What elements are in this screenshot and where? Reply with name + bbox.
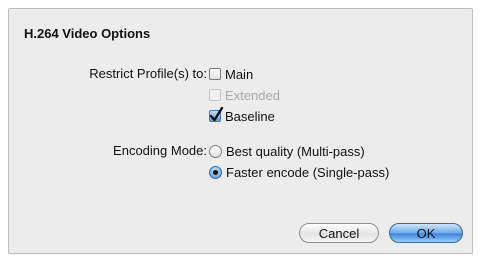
- encoding-best-quality-radio[interactable]: [209, 144, 222, 158]
- cancel-button[interactable]: Cancel: [299, 223, 379, 243]
- dialog-title: H.264 Video Options: [24, 26, 151, 41]
- restrict-profiles-label: Restrict Profile(s) to:: [89, 66, 207, 81]
- encoding-best-quality-label: Best quality (Multi-pass): [226, 143, 365, 159]
- encoding-best-quality-option[interactable]: Best quality (Multi-pass): [209, 143, 365, 159]
- h264-options-dialog: H.264 Video Options Restrict Profile(s) …: [8, 8, 473, 254]
- profile-main-checkbox[interactable]: [209, 68, 221, 80]
- ok-button[interactable]: OK: [389, 223, 463, 243]
- checkmark-icon: [209, 107, 224, 122]
- profile-extended-checkbox: [209, 89, 221, 101]
- profile-extended-option: Extended: [209, 87, 280, 103]
- profile-baseline-option[interactable]: Baseline: [209, 107, 275, 124]
- profile-baseline-label: Baseline: [225, 108, 275, 124]
- profile-main-option[interactable]: Main: [209, 66, 253, 82]
- profile-extended-label: Extended: [225, 87, 280, 103]
- encoding-faster-label: Faster encode (Single-pass): [226, 164, 390, 180]
- encoding-faster-radio[interactable]: [209, 165, 222, 179]
- encoding-mode-label: Encoding Mode:: [113, 143, 207, 158]
- profile-baseline-checkbox[interactable]: [209, 107, 224, 122]
- encoding-faster-option[interactable]: Faster encode (Single-pass): [209, 164, 389, 180]
- profile-main-label: Main: [225, 66, 254, 82]
